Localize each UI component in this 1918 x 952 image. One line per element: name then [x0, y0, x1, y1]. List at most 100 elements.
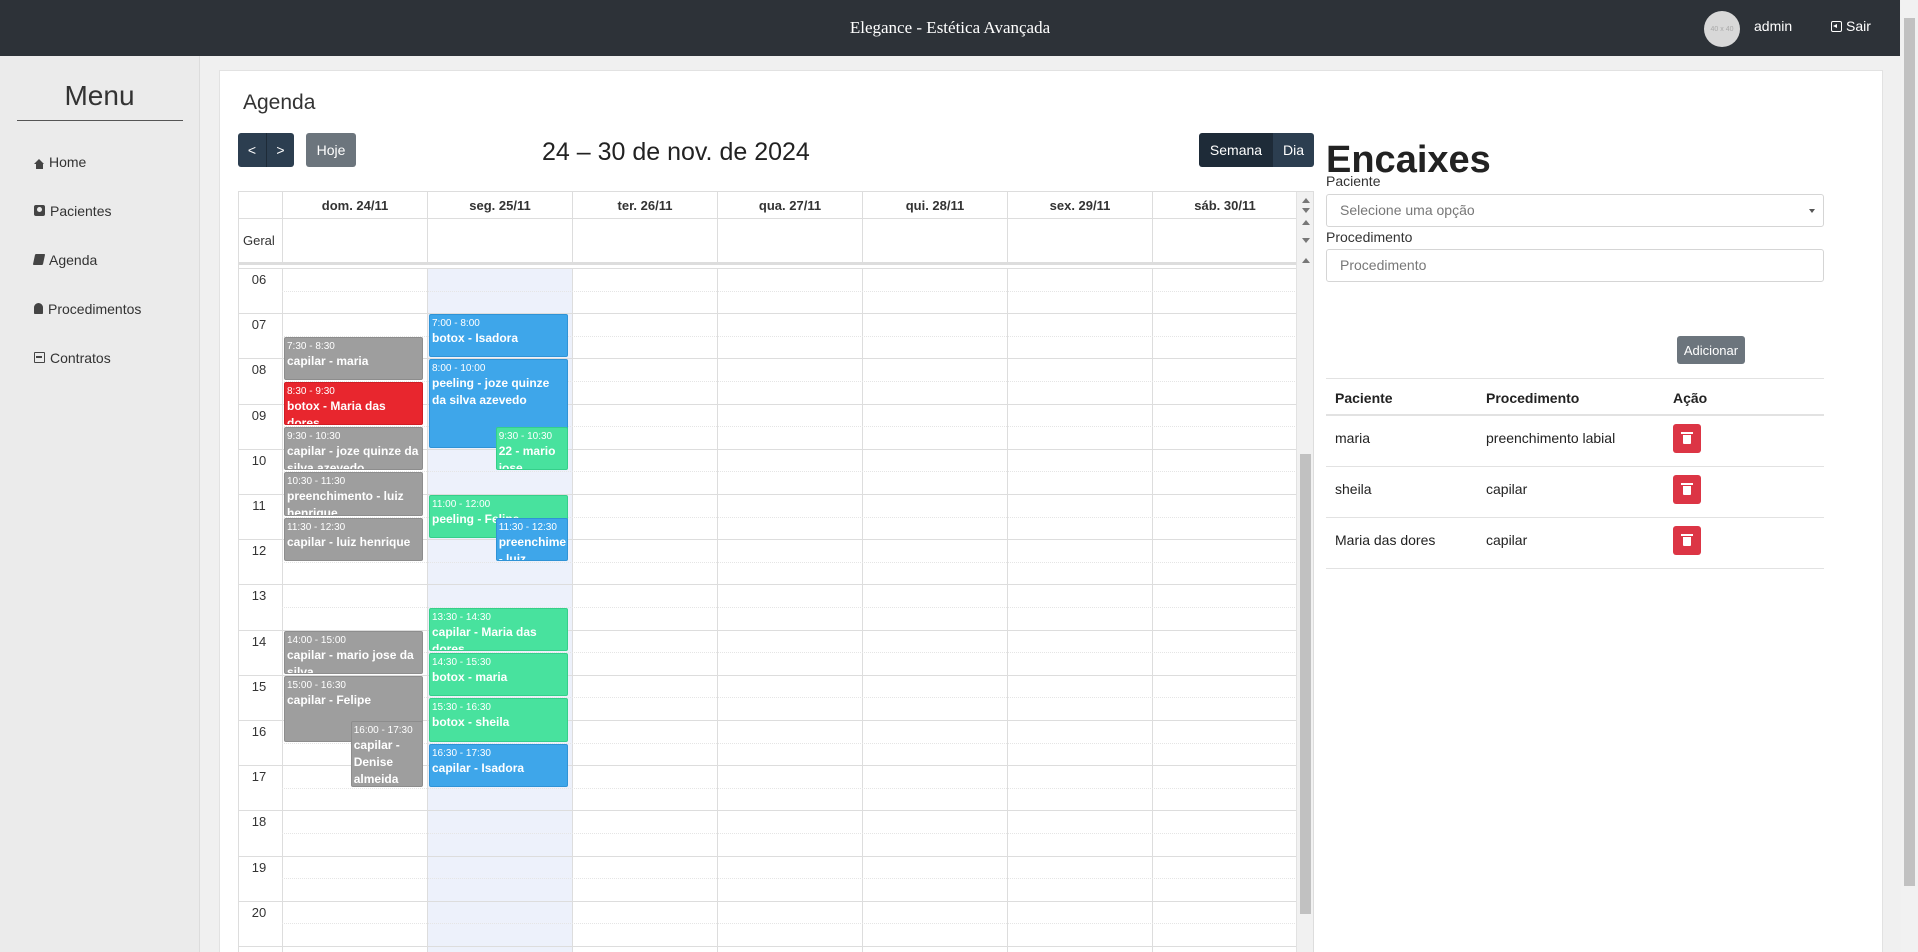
calendar-event[interactable]: 9:30 - 10:30 capilar - joze quinze da sil… [284, 427, 423, 471]
today-button[interactable]: Hoje [306, 133, 356, 167]
allday-cell[interactable] [282, 219, 427, 264]
allday-cell[interactable] [572, 219, 717, 264]
username[interactable]: admin [1754, 18, 1792, 34]
column-divider [862, 268, 863, 952]
allday-cell[interactable] [1007, 219, 1152, 264]
row-procedimento: preenchimento labial [1486, 430, 1616, 446]
procedimento-field[interactable]: Procedimento [1326, 249, 1824, 282]
page-scroll-thumb[interactable] [1904, 18, 1915, 886]
hour-label: 17 [251, 769, 267, 785]
hour-label: 18 [251, 814, 267, 830]
sidebar-item-procedimentos[interactable]: Procedimentos [0, 284, 199, 333]
day-view-button[interactable]: Dia [1273, 133, 1314, 167]
event-title: capilar - Felipe [287, 692, 372, 707]
hour-label: 07 [251, 317, 267, 333]
page-scrollbar[interactable] [1901, 0, 1918, 952]
hour-label: 09 [251, 407, 267, 423]
day-header[interactable]: qua. 27/11 [717, 192, 862, 219]
day-header[interactable]: sáb. 30/11 [1152, 192, 1297, 219]
calendar-event[interactable]: 7:30 - 8:30 capilar - maria [284, 336, 423, 380]
event-time: 15:00 - 16:30 [287, 679, 346, 691]
sidebar-item-agenda[interactable]: Agenda [0, 235, 199, 284]
trash-icon [1681, 534, 1693, 546]
avatar[interactable]: 40 x 40 [1704, 11, 1740, 47]
event-time: 10:30 - 11:30 [287, 476, 346, 488]
day-header[interactable]: qui. 28/11 [862, 192, 1007, 219]
table-row: maria preenchimento labial [1326, 416, 1824, 467]
column-divider [1152, 268, 1153, 952]
scroll-down-icon[interactable] [1302, 208, 1310, 213]
calendar-event[interactable]: 8:30 - 9:30 botox - Maria das dores [284, 382, 423, 426]
day-header[interactable]: ter. 26/11 [572, 192, 717, 219]
calendar-event[interactable]: 10:30 - 11:30 preenchimento - luiz henriq… [284, 472, 423, 516]
paciente-select[interactable]: Selecione uma opção [1326, 194, 1824, 227]
week-view-button[interactable]: Semana [1199, 133, 1273, 167]
event-time: 7:30 - 8:30 [287, 340, 335, 352]
day-header[interactable]: sex. 29/11 [1007, 192, 1152, 219]
next-button[interactable]: > [266, 133, 294, 167]
hour-label: 08 [251, 362, 267, 378]
prev-button[interactable]: < [238, 133, 266, 167]
calendar-event[interactable]: 7:00 - 8:00 botox - Isadora [429, 314, 568, 358]
calendar-event[interactable]: 16:30 - 17:30 capilar - Isadora [429, 743, 568, 787]
day-header[interactable]: dom. 24/11 [282, 192, 427, 219]
calendar-body: 060708091011121314151617181920217:30 - 8… [239, 268, 1297, 952]
event-title: peeling - joze quinze da silva azevedo [432, 376, 550, 408]
calendar-event[interactable]: 15:30 - 16:30 botox - sheila [429, 698, 568, 742]
calendar-event[interactable]: 13:30 - 14:30 capilar - Maria das dores [429, 608, 568, 652]
delete-button[interactable] [1673, 475, 1701, 504]
calendar-event[interactable]: 9:30 - 10:30 22 - mario jose [495, 427, 568, 471]
trash-icon [1681, 483, 1693, 495]
event-time: 9:30 - 10:30 [498, 431, 553, 443]
allday-cell[interactable] [717, 219, 862, 264]
allday-cell[interactable] [1152, 219, 1297, 264]
sidebar-item-contratos[interactable]: Contratos [0, 333, 199, 382]
print-icon [34, 352, 45, 363]
hour-label: 06 [251, 272, 267, 287]
scroll-down-icon[interactable] [1302, 238, 1310, 243]
calendar-scroll-thumb[interactable] [1300, 454, 1311, 914]
calendar-event[interactable]: 14:00 - 15:00 capilar - mario jose da sil… [284, 630, 423, 674]
sidebar-item-home[interactable]: Home [0, 137, 199, 186]
row-paciente: sheila [1335, 481, 1372, 497]
row-paciente: maria [1335, 430, 1371, 446]
add-button[interactable]: Adicionar [1677, 336, 1745, 364]
calendar-event[interactable]: 11:30 - 12:30 capilar - luiz henrique [284, 517, 423, 561]
event-title: capilar - maria [287, 353, 369, 368]
event-time: 7:00 - 8:00 [432, 318, 480, 330]
brand-title: Elegance - Estética Avançada [849, 18, 1051, 37]
event-time: 11:00 - 12:00 [432, 499, 491, 510]
allday-row: Geral [239, 219, 1297, 265]
user-icon [34, 205, 45, 216]
allday-cell[interactable] [427, 219, 572, 264]
calendar-event[interactable]: 11:30 - 12:30preenchimento - luiz [495, 517, 568, 561]
trash-icon [1681, 432, 1693, 444]
hour-label: 10 [251, 452, 267, 468]
event-title: 22 - mario jose [498, 444, 556, 471]
row-procedimento: capilar [1486, 532, 1528, 548]
calendar-event[interactable]: 16:00 - 17:30 capilar - Denise almeida [350, 721, 423, 787]
delete-button[interactable] [1673, 424, 1701, 453]
hour-line [239, 268, 1297, 269]
event-title: preenchimento - luiz [498, 534, 567, 561]
scroll-up-icon[interactable] [1302, 258, 1310, 263]
procedimento-label: Procedimento [1326, 229, 1413, 245]
event-time: 14:30 - 15:30 [432, 657, 491, 669]
allday-cell[interactable] [862, 219, 1007, 264]
calendar-title: 24 – 30 de nov. de 2024 [542, 138, 810, 166]
hour-line [239, 946, 1297, 947]
chevron-down-icon [1809, 209, 1815, 213]
table-row: Maria das dores capilar [1326, 518, 1824, 569]
scroll-up-icon[interactable] [1302, 198, 1310, 203]
calendar-scrollbar[interactable] [1296, 192, 1313, 952]
half-hour-line [282, 561, 1297, 563]
delete-button[interactable] [1673, 526, 1701, 555]
day-header[interactable]: seg. 25/11 [427, 192, 572, 219]
sidebar-item-pacientes[interactable]: Pacientes [0, 186, 199, 235]
logout-link[interactable]: Sair [1831, 18, 1871, 34]
row-paciente: Maria das dores [1335, 532, 1436, 548]
scroll-up-icon[interactable] [1302, 220, 1310, 225]
calendar-event[interactable]: 14:30 - 15:30 botox - maria [429, 653, 568, 697]
hour-label: 14 [251, 633, 267, 649]
half-hour-line [282, 878, 1297, 880]
